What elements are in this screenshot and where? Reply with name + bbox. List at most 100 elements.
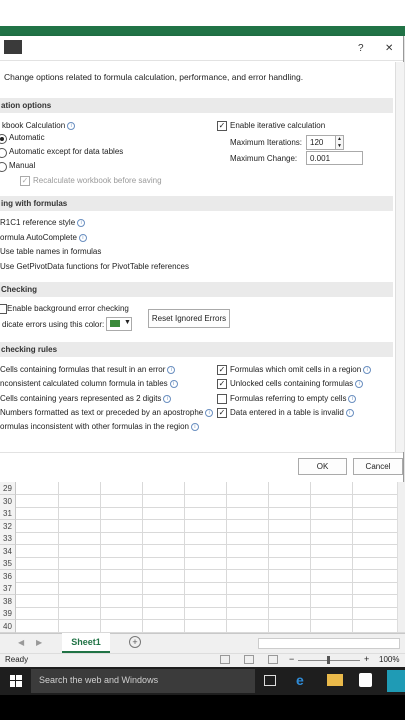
help-icon[interactable]: ? (358, 43, 364, 54)
info-icon: i (190, 422, 199, 431)
grid-row-line (16, 581, 405, 583)
row-header[interactable]: 40 (0, 619, 16, 633)
info-icon: i (77, 218, 86, 227)
max-iterations-spinner[interactable]: ▲ ▼ (335, 135, 344, 150)
rule-inconsistent-region[interactable]: ormulas inconsistent with other formulas… (0, 422, 199, 431)
table-names-label[interactable]: Use table names in formulas (0, 247, 101, 256)
radio-manual-label: Manual (9, 161, 36, 170)
rule-inconsistent-column[interactable]: nconsistent calculated column formula in… (0, 379, 178, 388)
rule-formulas-error[interactable]: Cells containing formulas that result in… (0, 365, 176, 374)
r1c1-label[interactable]: R1C1 reference style i (0, 218, 86, 227)
max-iterations-input[interactable]: 120 (306, 135, 336, 150)
rule-omit-cells-checkbox[interactable]: ✓ (217, 365, 227, 375)
row-header[interactable]: 34 (0, 544, 16, 558)
grid-row-line (16, 619, 405, 620)
grid-row-line (16, 594, 405, 595)
edge-browser-icon[interactable]: e (296, 672, 304, 688)
zoom-slider-thumb[interactable] (327, 656, 330, 664)
grid-row-line (16, 519, 405, 520)
task-view-icon[interactable] (264, 675, 276, 686)
indicate-color-label: dicate errors using this color: (2, 320, 105, 329)
rule-unlocked-cells-label: Unlocked cells containing formulas i (230, 379, 364, 388)
info-icon: i (67, 121, 76, 130)
grid-row-line (16, 494, 405, 495)
taskbar-search-placeholder: Search the web and Windows (39, 675, 159, 685)
grid-row-line (16, 606, 405, 608)
grid-column-line (310, 482, 311, 632)
reset-ignored-errors-button[interactable]: Reset Ignored Errors (148, 309, 230, 328)
info-icon: i (345, 408, 354, 417)
page-break-view-icon[interactable] (268, 655, 278, 664)
cancel-button[interactable]: Cancel (353, 458, 403, 475)
rule-table-invalid-label: Data entered in a table is invalid i (230, 408, 354, 417)
row-header[interactable]: 31 (0, 507, 16, 520)
file-explorer-icon[interactable] (327, 674, 343, 686)
grid-column-line (352, 482, 353, 632)
error-color-picker[interactable]: ▼ (106, 317, 132, 331)
footer-divider (0, 452, 403, 453)
horizontal-scrollbar[interactable] (258, 638, 400, 649)
row-header[interactable]: 32 (0, 519, 16, 533)
rule-numbers-as-text[interactable]: Numbers formatted as text or preceded by… (0, 408, 214, 417)
recalc-before-save-checkbox[interactable]: ✓ (20, 176, 30, 186)
section-error-checking-rules: checking rules (0, 342, 393, 357)
rule-two-digit-years[interactable]: Cells containing years represented as 2 … (0, 394, 172, 403)
grid-row-line (16, 531, 405, 533)
workbook-calc-label: kbook Calculation i (2, 121, 76, 130)
ok-button[interactable]: OK (298, 458, 347, 475)
enable-iterative-checkbox[interactable]: ✓ (217, 121, 227, 131)
max-change-input[interactable]: 0.001 (306, 151, 363, 165)
dialog-left-icon (4, 40, 22, 54)
normal-view-icon[interactable] (220, 655, 230, 664)
row-header[interactable]: 36 (0, 569, 16, 583)
info-icon: i (169, 379, 178, 388)
options-scrollbar[interactable] (395, 62, 404, 452)
zoom-level[interactable]: 100% (379, 655, 399, 664)
paint-bucket-icon (110, 320, 120, 327)
excel-ribbon-strip (0, 26, 405, 36)
enable-bg-error-checkbox[interactable] (0, 304, 7, 314)
info-icon: i (167, 365, 176, 374)
row-header[interactable]: 38 (0, 594, 16, 608)
windows-start-icon[interactable] (10, 675, 22, 687)
tab-scroll-left-icon[interactable]: ◀ (18, 638, 24, 647)
radio-automatic-except-label: Automatic except for data tables (9, 147, 124, 156)
active-app-icon[interactable] (387, 670, 405, 692)
rule-unlocked-cells-checkbox[interactable]: ✓ (217, 379, 227, 389)
grid-row-line (16, 556, 405, 558)
info-icon: i (363, 365, 372, 374)
zoom-out-button[interactable]: − (289, 654, 294, 664)
rule-table-invalid-checkbox[interactable]: ✓ (217, 408, 227, 418)
row-header[interactable]: 33 (0, 532, 16, 545)
grid-row-line (16, 544, 405, 545)
section-error-checking: Checking (0, 282, 393, 297)
rule-omit-cells-label: Formulas which omit cells in a region i (230, 365, 372, 374)
grid-column-line (58, 482, 59, 632)
add-sheet-button[interactable]: + (129, 636, 141, 648)
page-layout-view-icon[interactable] (244, 655, 254, 664)
bottom-black-band (0, 695, 405, 720)
row-header[interactable]: 30 (0, 494, 16, 508)
grid-column-line (142, 482, 143, 632)
vertical-scrollbar[interactable] (397, 482, 405, 632)
close-icon[interactable]: ✕ (385, 43, 393, 54)
formula-autocomplete-label[interactable]: ormula AutoComplete i (0, 233, 87, 242)
rule-empty-cells-checkbox[interactable] (217, 394, 227, 404)
zoom-in-button[interactable]: + (364, 654, 369, 664)
status-ready: Ready (5, 655, 29, 664)
row-header[interactable]: 35 (0, 557, 16, 570)
enable-bg-error-label: Enable background error checking (7, 304, 129, 313)
getpivotdata-label[interactable]: Use GetPivotData functions for PivotTabl… (0, 262, 189, 271)
max-iterations-label: Maximum Iterations: (230, 138, 303, 147)
info-icon: i (355, 379, 364, 388)
section-calculation-options: ation options (0, 98, 393, 113)
chevron-down-icon: ▼ (124, 319, 131, 326)
row-header[interactable]: 39 (0, 607, 16, 620)
row-header[interactable]: 29 (0, 482, 16, 495)
info-icon: i (205, 408, 214, 417)
enable-iterative-label: Enable iterative calculation (230, 121, 326, 130)
tab-scroll-right-icon[interactable]: ▶ (36, 638, 42, 647)
tab-sheet1[interactable]: Sheet1 (62, 633, 110, 653)
store-icon[interactable] (359, 673, 372, 687)
row-header[interactable]: 37 (0, 582, 16, 595)
